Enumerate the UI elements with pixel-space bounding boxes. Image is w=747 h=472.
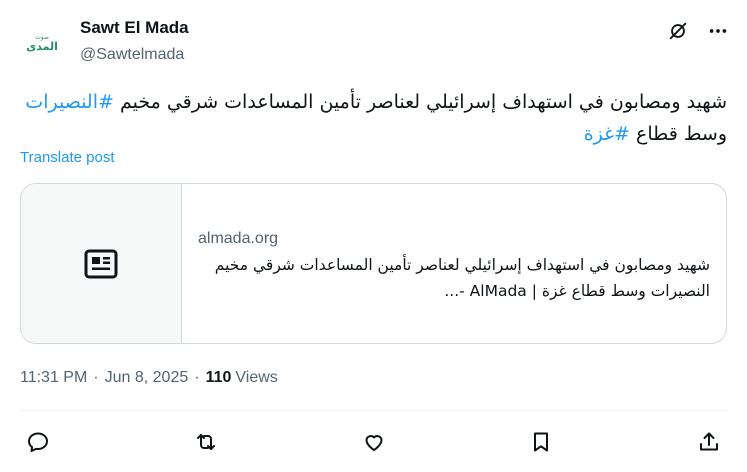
link-card-thumbnail <box>21 184 182 343</box>
views-label: Views <box>235 369 278 386</box>
share-button[interactable] <box>691 426 727 458</box>
newspaper-icon <box>84 249 118 278</box>
repost-icon <box>196 434 215 450</box>
like-button[interactable] <box>356 426 392 458</box>
grok-slash-icon[interactable] <box>665 18 691 44</box>
views-count[interactable]: 110 <box>206 369 232 387</box>
reply-icon <box>28 432 48 452</box>
tweet-date[interactable]: Jun 8, 2025 <box>105 369 189 387</box>
link-preview-card[interactable]: almada.org شهيد ومصابون في استهداف إسرائ… <box>20 183 727 344</box>
author-names: Sawt El Mada @Sawtelmada <box>80 14 189 66</box>
tweet-header: صوت المدى Sawt El Mada @Sawtelmada <box>20 14 731 68</box>
bookmark-button[interactable] <box>523 426 559 458</box>
bookmark-icon <box>534 432 549 452</box>
tweet-text-mid: وسط قطاع <box>629 123 727 145</box>
reply-button[interactable] <box>20 426 56 458</box>
tweet-text: شهيد ومصابون في استهداف إسرائيلي لعناصر … <box>20 86 727 150</box>
translate-post-link[interactable]: Translate post <box>20 149 115 166</box>
header-actions <box>665 18 731 44</box>
heart-icon <box>365 435 382 451</box>
share-icon <box>700 432 718 451</box>
hashtag-gaza-link[interactable]: #غزة <box>584 123 630 145</box>
avatar[interactable]: صوت المدى <box>20 18 64 62</box>
link-card-body: almada.org شهيد ومصابون في استهداف إسرائ… <box>182 184 726 343</box>
link-card-domain: almada.org <box>198 230 279 247</box>
tweet-time[interactable]: 11:31 PM <box>20 369 87 387</box>
hashtag-nuseirat-link[interactable]: #النصيرات <box>25 91 114 113</box>
more-dots-icon[interactable] <box>705 18 731 44</box>
tweet-actions <box>20 426 727 458</box>
meta-separator: · <box>194 369 200 386</box>
tweet-text-main: شهيد ومصابون في استهداف إسرائيلي لعناصر … <box>119 91 727 113</box>
link-card-description: شهيد ومصابون في استهداف إسرائيلي لعناصر … <box>214 256 710 300</box>
meta-separator: · <box>93 369 99 386</box>
divider <box>20 410 727 411</box>
tweet-meta: 11:31 PM · Jun 8, 2025 · 110 Views <box>20 369 278 387</box>
repost-button[interactable] <box>188 426 224 458</box>
almada-logo-icon: صوت المدى <box>26 34 58 53</box>
author-handle[interactable]: @Sawtelmada <box>80 44 189 66</box>
author-display-name[interactable]: Sawt El Mada <box>80 16 189 40</box>
svg-text:المدى: المدى <box>26 40 58 53</box>
